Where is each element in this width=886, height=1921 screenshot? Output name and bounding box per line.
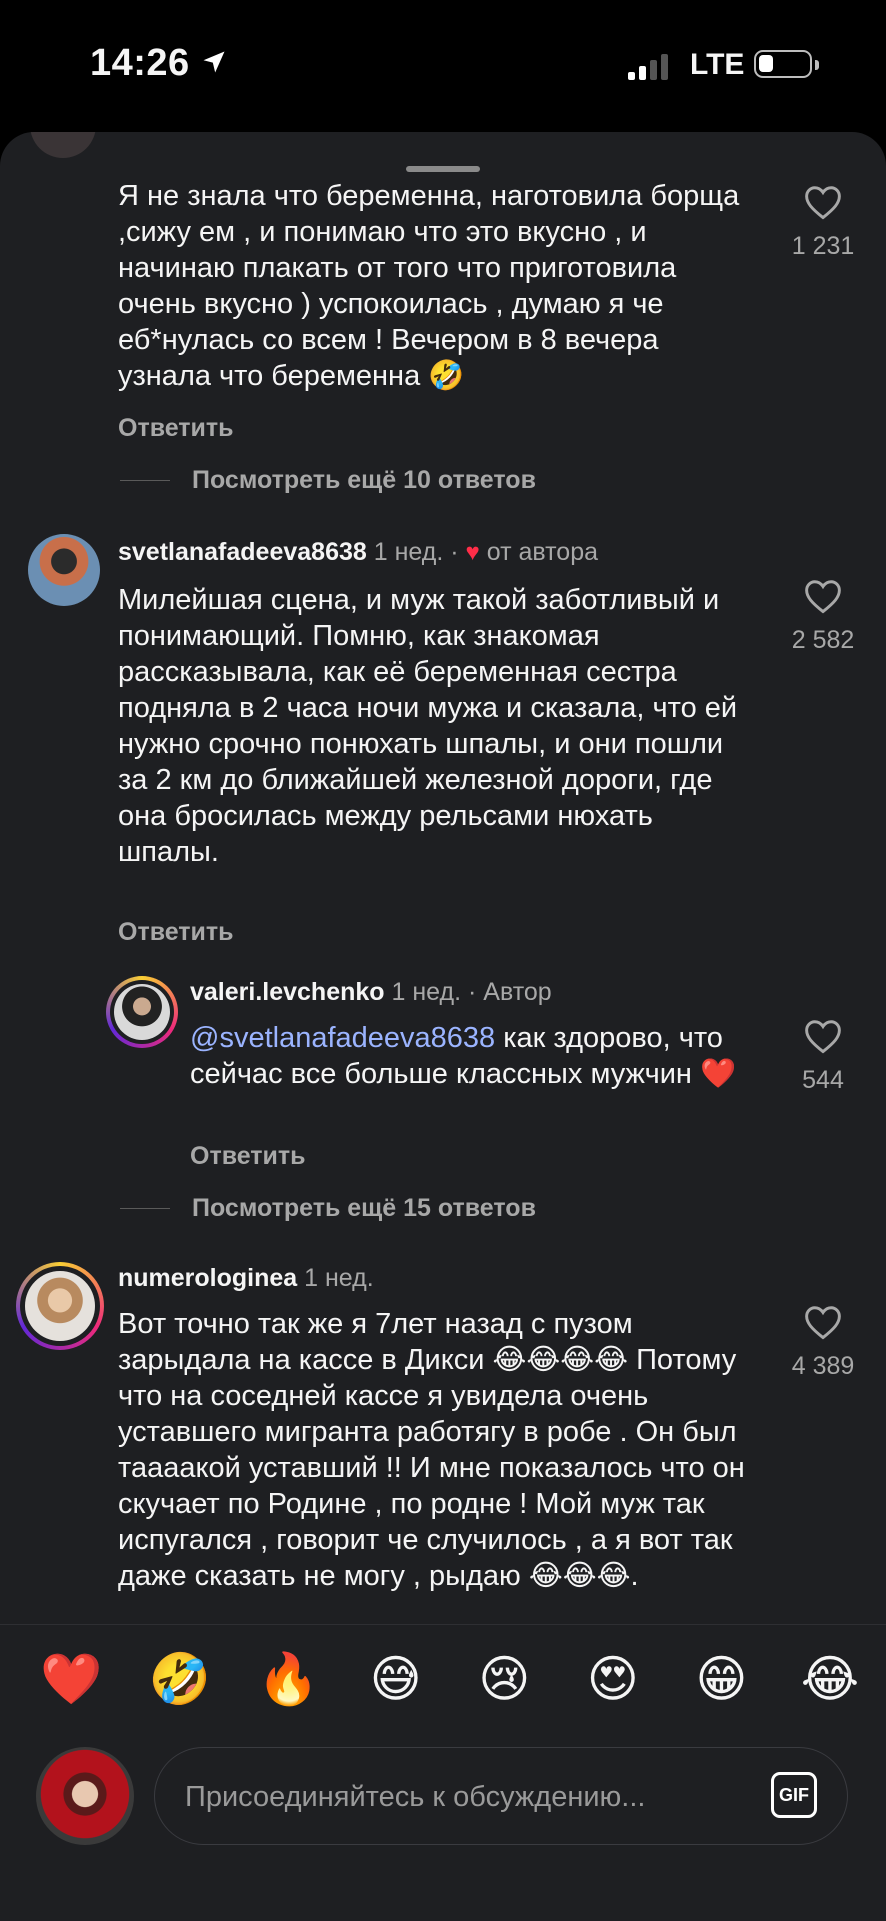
emoji-grin[interactable]: 😁 (691, 1649, 751, 1709)
battery-icon (754, 50, 812, 78)
network-type: LTE (690, 48, 745, 81)
username[interactable]: valeri.levchenko (190, 978, 385, 1006)
separator-dot: · (450, 538, 459, 566)
divider (120, 480, 170, 481)
comment-text: Вот точно так же я 7лет назад с пузом за… (118, 1308, 745, 1592)
comment-composer: GIF (0, 1735, 886, 1855)
comment-time: 1 нед. (373, 538, 444, 566)
emoji-tears-of-joy[interactable]: 😂 (800, 1649, 860, 1709)
liked-by-author-label: от автора (486, 538, 599, 566)
avatar[interactable] (16, 1262, 104, 1350)
divider (120, 1208, 170, 1209)
username[interactable]: numerologinea (118, 1264, 297, 1292)
liked-by-author-heart-icon: ♥ (465, 539, 480, 566)
emoji-sweat-smile[interactable]: 😅 (366, 1649, 426, 1709)
gif-button[interactable]: GIF (771, 1772, 817, 1818)
like-button[interactable]: 4 389 (778, 1304, 868, 1381)
view-more-replies[interactable]: Посмотреть ещё 15 ответов (192, 1194, 536, 1223)
comment-header: svetlanafadeeva8638 1 нед. · ♥ от автора (118, 538, 598, 567)
comment-input-container[interactable]: GIF (154, 1747, 848, 1845)
reply-button[interactable]: Ответить (118, 414, 234, 443)
like-count: 2 582 (791, 626, 855, 654)
like-button[interactable]: 544 (778, 1018, 868, 1095)
like-count: 1 231 (791, 232, 855, 260)
heart-icon (805, 580, 841, 614)
quick-reaction-bar: ❤️ 🤣 🔥 😅 😢 😍 😁 😂 (40, 1649, 860, 1709)
view-more-replies[interactable]: Посмотреть ещё 10 ответов (192, 466, 536, 495)
composer-area: ❤️ 🤣 🔥 😅 😢 😍 😁 😂 GIF (0, 1624, 886, 1921)
avatar[interactable] (28, 534, 100, 606)
comment-time: 1 нед. (304, 1264, 374, 1292)
heart-icon (805, 186, 841, 220)
reply-button[interactable]: Ответить (118, 918, 234, 947)
emoji-crying[interactable]: 😢 (474, 1649, 534, 1709)
emoji-rofl[interactable]: 🤣 (149, 1649, 211, 1709)
heart-icon (805, 1306, 841, 1340)
username[interactable]: svetlanafadeeva8638 (118, 538, 367, 566)
comment-time: 1 нед. (391, 978, 462, 1006)
comment-text: Я не знала что беременна, наготовила бор… (118, 180, 740, 392)
cellular-signal-icon (628, 52, 668, 80)
author-tag: Автор (483, 978, 552, 1006)
emoji-heart[interactable]: ❤️ (40, 1649, 102, 1709)
like-button[interactable]: 2 582 (778, 578, 868, 655)
comment-input[interactable] (183, 1772, 727, 1822)
reply-header: valeri.levchenko 1 нед. · Автор (190, 978, 552, 1007)
current-user-avatar (36, 1747, 134, 1845)
location-arrow-icon (200, 48, 228, 81)
heart-icon (805, 1020, 841, 1054)
comment-header: numerologinea 1 нед. (118, 1264, 374, 1293)
like-button[interactable]: 1 231 (778, 184, 868, 261)
separator-dot: · (468, 978, 477, 1006)
status-bar: 14:26 LTE (0, 0, 886, 130)
reply-text: @svetlanafadeeva8638 как здорово, что се… (190, 1020, 750, 1092)
emoji-heart-eyes[interactable]: 😍 (583, 1649, 643, 1709)
like-count: 4 389 (791, 1352, 855, 1380)
battery-tip (815, 60, 819, 70)
avatar[interactable] (30, 132, 96, 158)
status-time: 14:26 (90, 42, 190, 84)
sheet-drag-handle[interactable] (406, 166, 480, 172)
reply-button[interactable]: Ответить (190, 1142, 306, 1171)
like-count: 544 (802, 1066, 844, 1094)
comment-text: Милейшая сцена, и муж такой заботливый и… (118, 584, 738, 868)
mention-link[interactable]: @svetlanafadeeva8638 (190, 1022, 495, 1054)
emoji-fire[interactable]: 🔥 (257, 1649, 319, 1709)
avatar[interactable] (106, 976, 178, 1048)
